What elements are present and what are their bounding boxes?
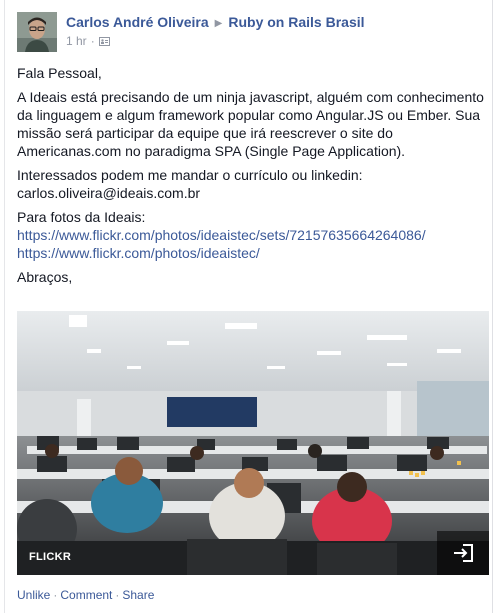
attached-photo[interactable]: FLICKR — [17, 311, 489, 575]
post-actions: Unlike · Comment · Share — [17, 588, 154, 602]
post-meta: 1 hr · — [66, 34, 110, 48]
post-body: Fala Pessoal, A Ideais está precisando d… — [17, 64, 485, 292]
flickr-profile-link[interactable]: https://www.flickr.com/photos/ideaistec/ — [17, 245, 260, 261]
post-paragraph: A Ideais está precisando de um ninja jav… — [17, 89, 484, 159]
post-closing: Abraços, — [17, 269, 73, 285]
post-card: Carlos André Oliveira ▶ Ruby on Rails Bras… — [4, 0, 493, 613]
author-avatar[interactable] — [17, 12, 57, 52]
post-photos: Para fotos da Ideais: https://www.flickr… — [17, 208, 485, 262]
contact-email: carlos.oliveira@ideais.com.br — [17, 185, 201, 201]
post-timestamp-link[interactable]: 1 hr — [66, 34, 87, 48]
actions-separator: · — [53, 588, 58, 602]
avatar-photo — [17, 12, 57, 52]
post-contact: Interessados podem me mandar o currículo… — [17, 166, 485, 202]
open-external-icon — [454, 544, 473, 562]
author-name-link[interactable]: Carlos André Oliveira — [66, 14, 209, 30]
unlike-link[interactable]: Unlike — [17, 588, 50, 602]
group-audience-icon[interactable] — [98, 36, 110, 47]
group-name-link[interactable]: Ruby on Rails Brasil — [228, 14, 364, 30]
post-header: Carlos André Oliveira ▶ Ruby on Rails Bras… — [66, 14, 365, 30]
contact-intro: Interessados podem me mandar o currículo… — [17, 167, 363, 183]
share-link[interactable]: Share — [122, 588, 154, 602]
actions-separator: · — [115, 588, 120, 602]
office-photo-illustration — [17, 311, 489, 575]
post-greeting: Fala Pessoal, — [17, 65, 102, 81]
meta-separator: · — [90, 34, 95, 48]
open-external-button[interactable] — [437, 531, 489, 575]
photos-intro: Para fotos da Ideais: — [17, 209, 146, 225]
comment-link[interactable]: Comment — [60, 588, 112, 602]
arrow-right-icon: ▶ — [214, 18, 223, 29]
photo-source-label: FLICKR — [29, 551, 72, 563]
flickr-set-link[interactable]: https://www.flickr.com/photos/ideaistec/… — [17, 227, 426, 243]
